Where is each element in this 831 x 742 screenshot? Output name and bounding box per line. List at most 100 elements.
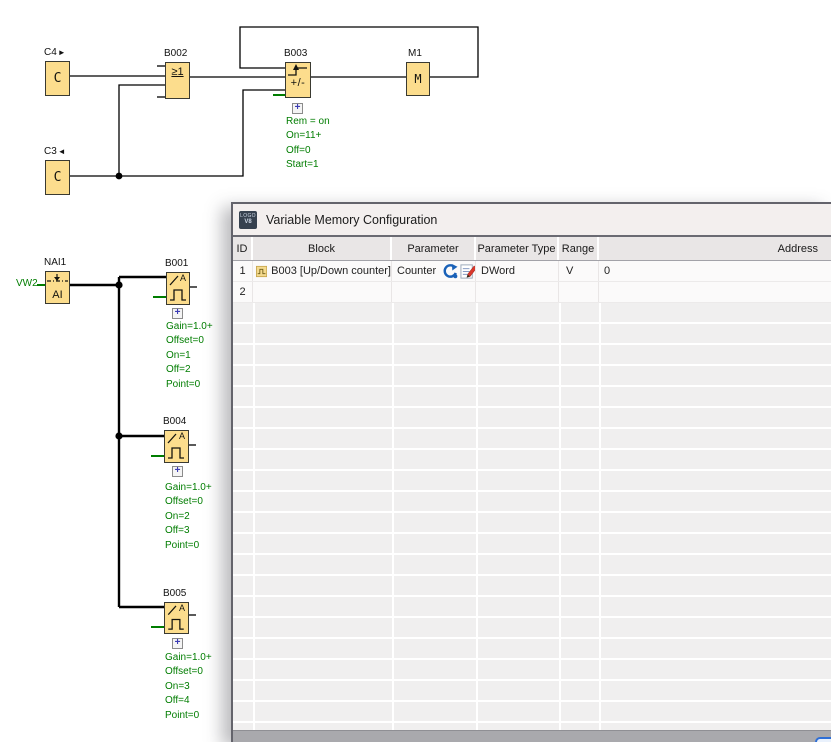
column-header-range: Range (559, 237, 599, 260)
param-line: Off=2 (166, 363, 213, 377)
param-line: On=1 (166, 349, 213, 363)
block-b004-label: B004 (163, 416, 186, 427)
block-b004-name: B004 (163, 416, 186, 427)
empty-table-rows[interactable] (233, 303, 831, 730)
plus-icon: + (295, 102, 301, 113)
column-separator (253, 303, 255, 730)
block-b005-label: B005 (163, 588, 186, 599)
param-line: Offset=0 (166, 334, 213, 348)
plus-icon: + (175, 307, 181, 318)
expand-params-button[interactable]: + (172, 308, 183, 319)
junction-dot (115, 432, 122, 439)
block-c4-label: C4 ► (44, 47, 66, 58)
junction-dot (115, 281, 122, 288)
block-b001-name: B001 (165, 258, 188, 269)
counter-edge-icon (286, 63, 310, 77)
block-c3-symbol: C (54, 170, 62, 185)
block-c4[interactable]: C (45, 61, 70, 96)
param-line: Start=1 (286, 158, 330, 172)
junction-dot (116, 173, 123, 180)
or-gate-symbol: ≥1 (171, 66, 183, 78)
param-line: On=11+ (286, 129, 330, 143)
block-b002[interactable]: ≥1 (165, 62, 190, 99)
param-line: Point=0 (166, 378, 213, 392)
block-b002-label: B002 (164, 48, 187, 59)
param-line: Off=3 (165, 524, 212, 538)
logo-icon-text: V8 (244, 219, 251, 225)
cell-block (253, 282, 392, 302)
dialog-titlebar[interactable]: LOGO V8 Variable Memory Configuration (233, 204, 831, 235)
block-m1[interactable]: M (406, 62, 430, 96)
block-b003[interactable]: +/- (285, 62, 311, 98)
block-b002-name: B002 (164, 48, 187, 59)
cell-block: B003 [Up/Down counter] (253, 261, 392, 281)
network-analog-icon (46, 273, 69, 285)
block-nai1-label: NAI1 (44, 257, 66, 268)
param-line: Off=4 (165, 694, 212, 708)
block-c4-symbol: C (54, 71, 62, 86)
plus-icon: + (175, 637, 181, 648)
param-line: Offset=0 (165, 665, 212, 679)
table-header-row: ID Block Parameter Parameter Type Range … (233, 237, 831, 261)
wire-c3-b003 (70, 90, 285, 176)
block-b005-name: B005 (163, 588, 186, 599)
dialog-title: Variable Memory Configuration (266, 213, 437, 227)
param-line: Off=0 (286, 144, 330, 158)
param-line: Gain=1.0+ (166, 320, 213, 334)
wire-m1-feedback (240, 27, 478, 77)
analog-letter: A (180, 273, 186, 283)
cell-parameter-text: Counter (397, 265, 436, 277)
edit-parameter-icon[interactable] (460, 263, 476, 280)
block-b003-label: B003 (284, 48, 307, 59)
b001-parameter-text: Gain=1.0+ Offset=0 On=1 Off=2 Point=0 (166, 320, 213, 392)
cell-id: 2 (233, 282, 253, 302)
column-separator (599, 303, 601, 730)
column-header-id: ID (233, 237, 253, 260)
expand-params-button[interactable]: + (172, 466, 183, 477)
column-header-block: Block (253, 237, 392, 260)
fbd-canvas[interactable]: C4 ► C C3 ◄ C B002 ≥1 B003 +/- + Rem = o… (0, 0, 831, 742)
cell-address: 0 (599, 261, 831, 281)
dialog-bottom-bar (233, 730, 831, 742)
logo-app-icon: LOGO V8 (239, 211, 257, 229)
block-c3-name: C3 (44, 146, 57, 157)
cell-parameter (392, 282, 476, 302)
table-row[interactable]: 1 B003 [Up/Down counter] Counter (233, 261, 831, 282)
expand-params-button[interactable]: + (292, 103, 303, 114)
cell-parameter: Counter (392, 261, 476, 281)
column-header-parameter: Parameter (392, 237, 476, 260)
updown-symbol: +/- (291, 77, 306, 89)
block-nai1[interactable]: AI (45, 271, 70, 304)
plus-icon: + (175, 465, 181, 476)
block-b005[interactable]: A (164, 602, 189, 634)
column-separator (476, 303, 478, 730)
marker-symbol: M (414, 72, 421, 86)
wire-c3-b002 (119, 85, 165, 176)
block-b004[interactable]: A (164, 430, 189, 463)
block-b001[interactable]: A (166, 272, 190, 305)
block-b001-label: B001 (165, 258, 188, 269)
analog-letter: A (179, 431, 185, 441)
block-c4-name: C4 (44, 47, 57, 58)
sync-parameter-icon[interactable] (441, 263, 458, 280)
block-type-icon (256, 265, 267, 278)
block-c3[interactable]: C (45, 160, 70, 195)
param-line: On=3 (165, 680, 212, 694)
param-line: On=2 (165, 510, 212, 524)
cursor-left-icon: ◄ (58, 148, 66, 156)
analog-input-symbol: AI (46, 289, 69, 301)
analog-letter: A (179, 603, 185, 613)
cell-address (599, 282, 831, 302)
ok-button[interactable] (815, 737, 831, 742)
param-line: Rem = on (286, 115, 330, 129)
cell-range (559, 282, 599, 302)
cell-parameter-type: DWord (476, 261, 559, 281)
expand-params-button[interactable]: + (172, 638, 183, 649)
column-header-parameter-type: Parameter Type (476, 237, 559, 260)
block-m1-label: M1 (408, 48, 422, 59)
cell-block-text: B003 [Up/Down counter] (271, 265, 391, 277)
block-c3-label: C3 ◄ (44, 146, 66, 157)
cell-parameter-type (476, 282, 559, 302)
table-row[interactable]: 2 (233, 282, 831, 303)
cell-id: 1 (233, 261, 253, 281)
